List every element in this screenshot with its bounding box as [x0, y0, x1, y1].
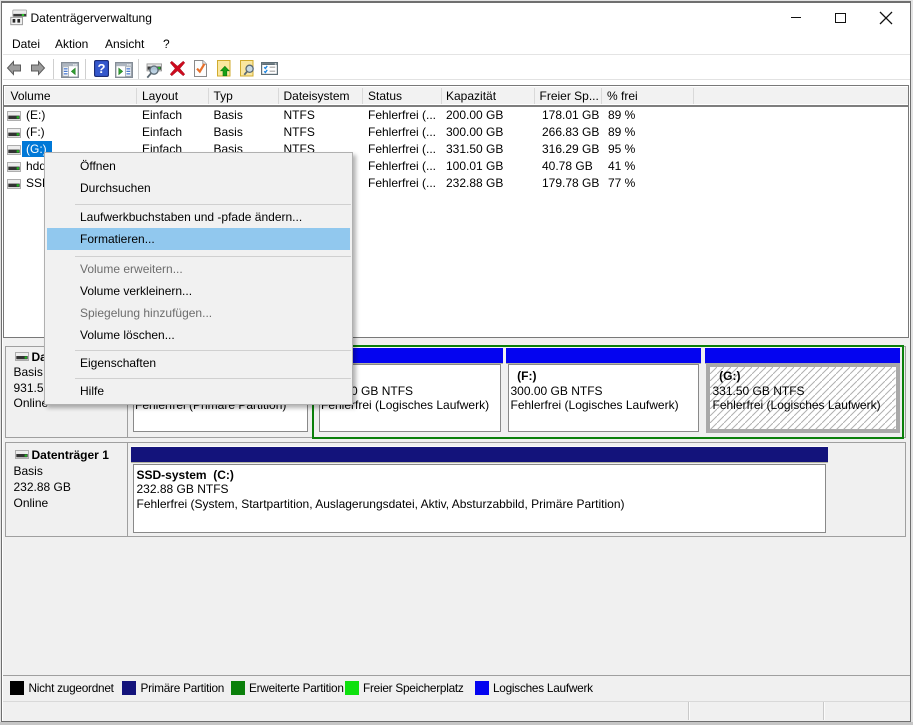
svg-text:?: ? [97, 61, 105, 76]
